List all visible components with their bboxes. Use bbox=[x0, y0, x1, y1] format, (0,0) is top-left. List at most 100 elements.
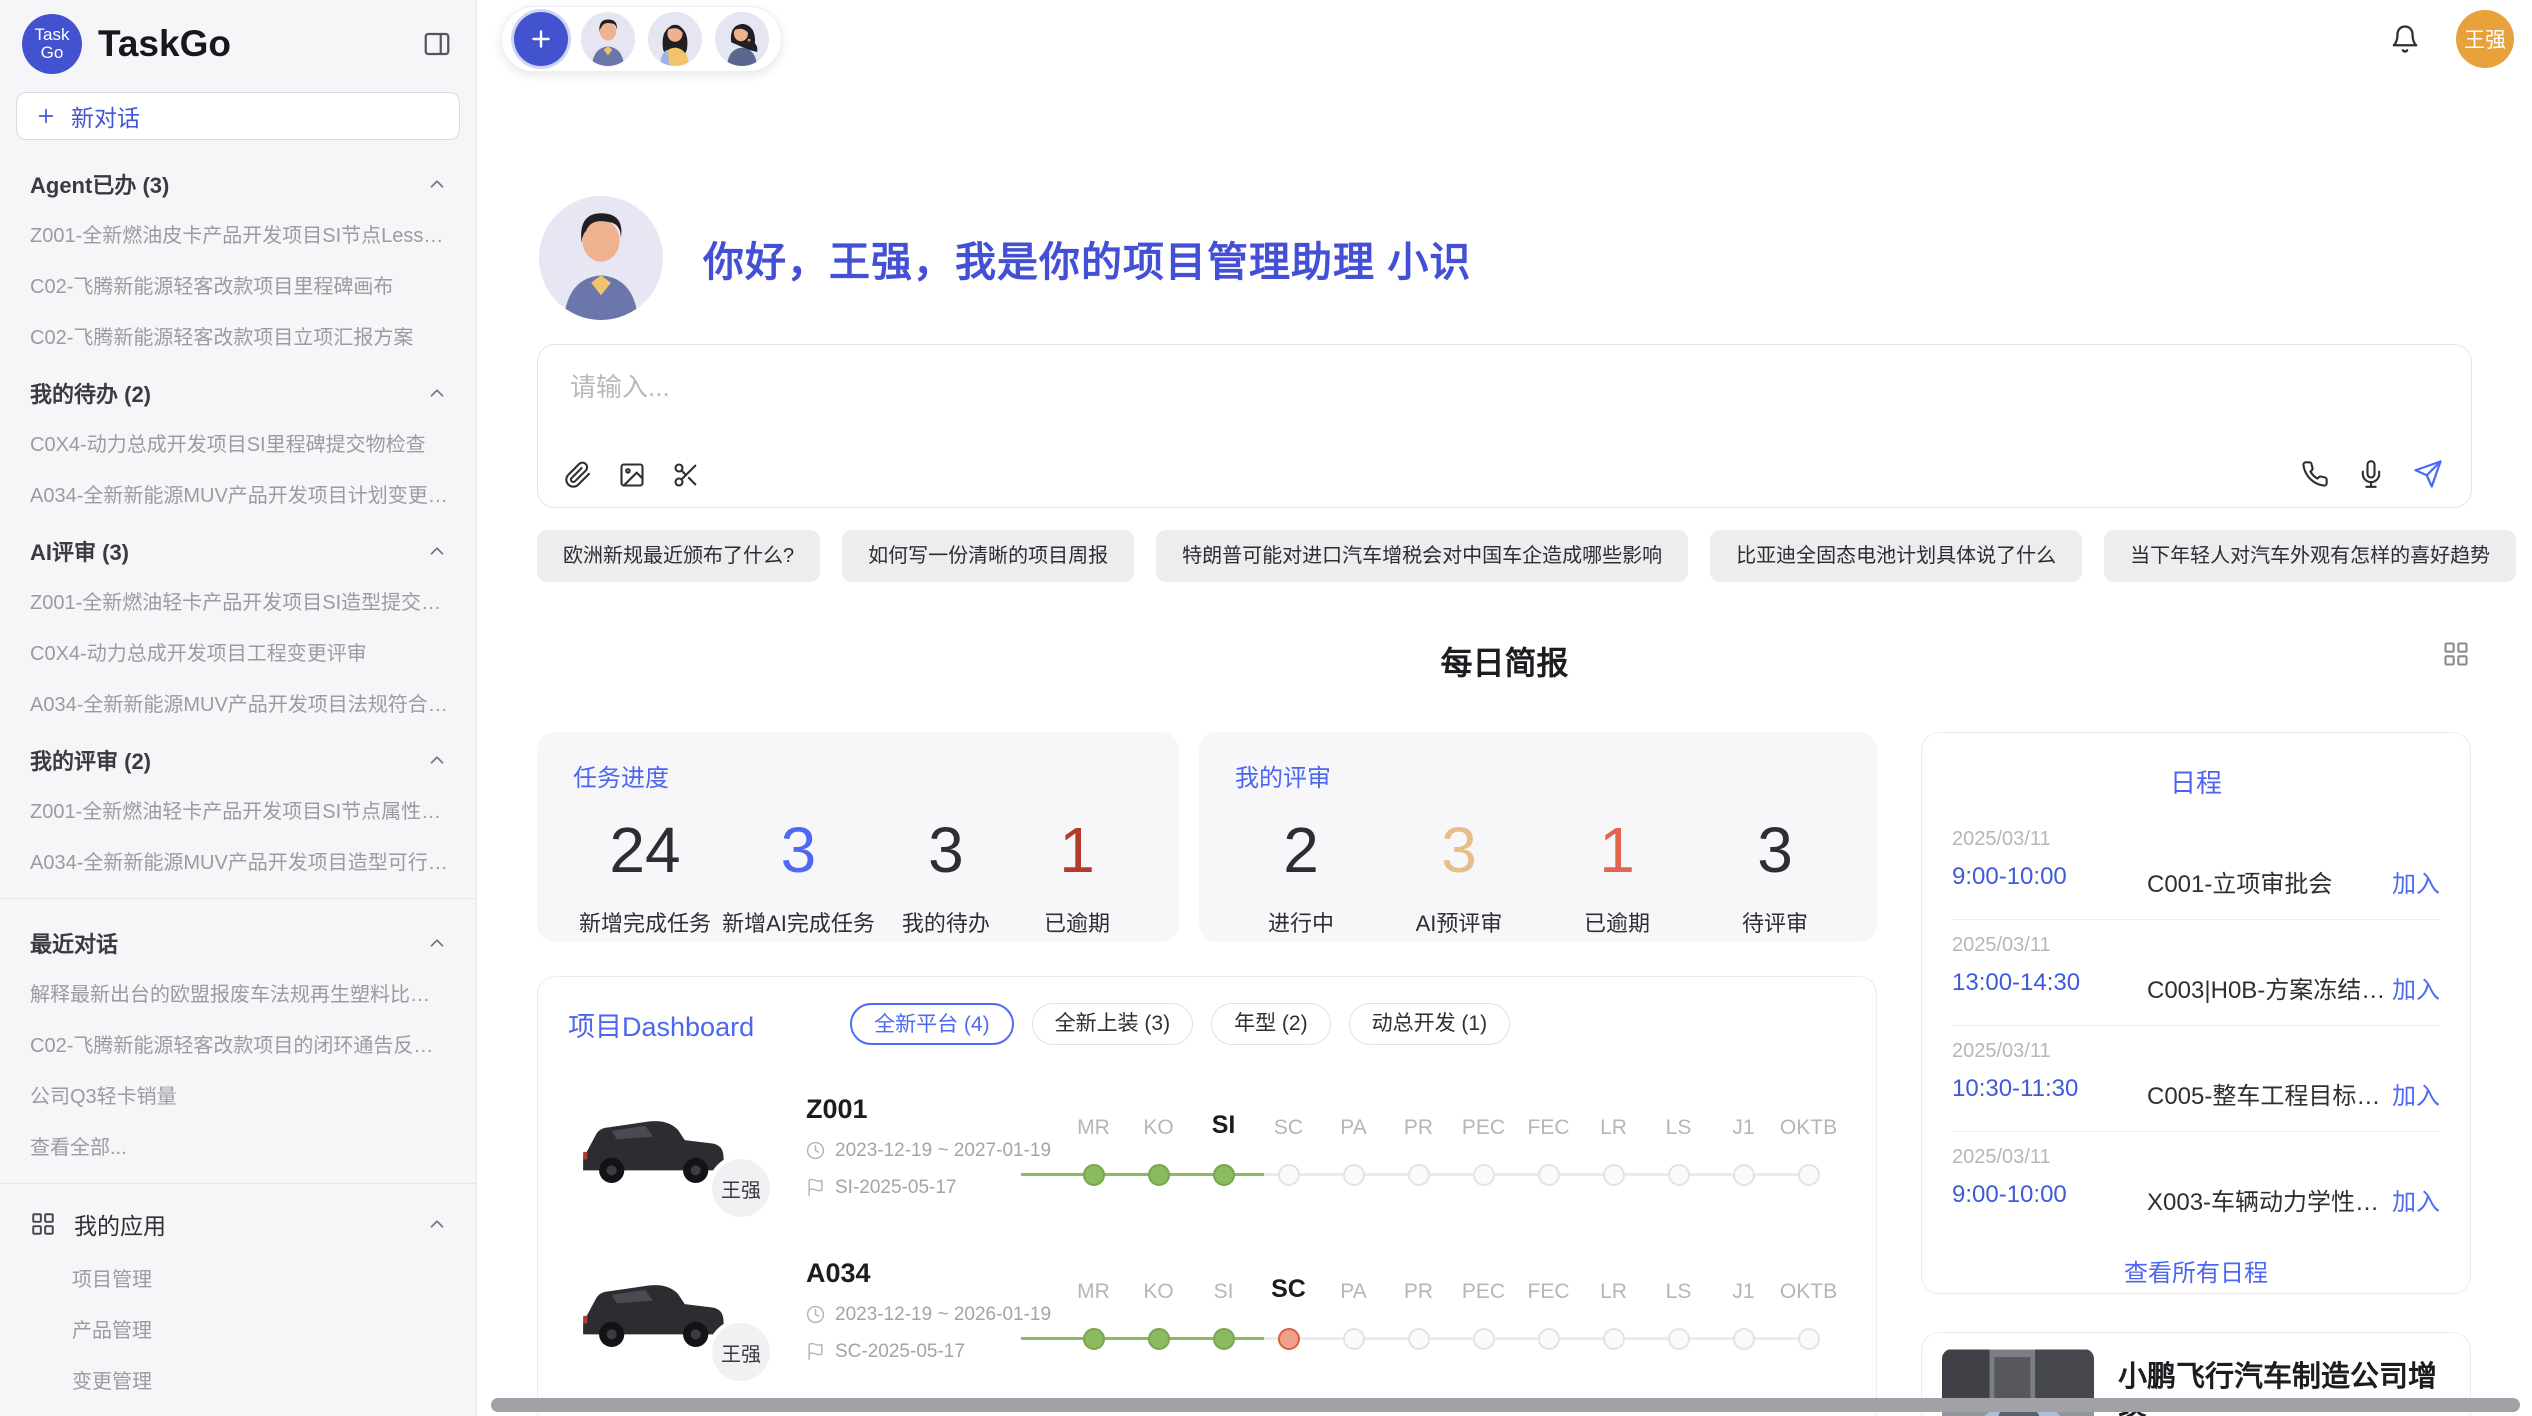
daily-brief-body: 任务进度 24 新增完成任务 3 新增AI完成任务 3 bbox=[537, 732, 2472, 1416]
milestone-dot-done bbox=[1213, 1328, 1235, 1350]
schedule-date: 2025/03/11 bbox=[1952, 1040, 2147, 1063]
sidebar-item[interactable]: C02-飞腾新能源轻客改款项目里程碑画布 bbox=[0, 259, 476, 310]
milestone-dot bbox=[1798, 1164, 1820, 1186]
view-all-schedule-link[interactable]: 查看所有日程 bbox=[1952, 1253, 2440, 1288]
milestone-dot bbox=[1538, 1328, 1560, 1350]
recent-chat-item[interactable]: C02-飞腾新能源轻客改款项目的闭环通告反馈情况 bbox=[0, 1018, 476, 1069]
recent-chat-item[interactable]: 解释最新出台的欧盟报废车法规再生塑料比例被调至15%... bbox=[0, 967, 476, 1018]
milestone-dot bbox=[1668, 1164, 1690, 1186]
composer-tools-left bbox=[564, 461, 700, 489]
tab-powertrain-dev[interactable]: 动总开发 (1) bbox=[1349, 1003, 1511, 1045]
flag-icon bbox=[806, 1342, 825, 1361]
project-code: Z001 bbox=[806, 1094, 1061, 1125]
milestone-dot bbox=[1603, 1328, 1625, 1350]
suggestion-chip[interactable]: 如何写一份清晰的项目周报 bbox=[842, 530, 1134, 582]
recent-view-all-link[interactable]: 查看全部... bbox=[0, 1120, 476, 1171]
section-my-review: 我的评审 (2) bbox=[0, 728, 476, 784]
milestone-dot bbox=[1343, 1328, 1365, 1350]
new-session-button[interactable] bbox=[514, 12, 568, 66]
assistant-avatar-3[interactable] bbox=[715, 12, 769, 66]
milestone-track: MR KO SI SC PA PR PEC FEC LR LS J1 OKTB bbox=[1061, 1106, 1841, 1186]
stat-new-ai-completed: 3 新增AI完成任务 bbox=[722, 817, 875, 938]
chevron-up-icon[interactable] bbox=[426, 932, 448, 954]
chevron-up-icon[interactable] bbox=[426, 749, 448, 771]
chevron-up-icon[interactable] bbox=[426, 173, 448, 195]
milestone-dot bbox=[1538, 1164, 1560, 1186]
suggestion-chip[interactable]: 特朗普可能对进口汽车增税会对中国车企造成哪些影响 bbox=[1156, 530, 1688, 582]
app-root: Task Go TaskGo 新对话 Agent已办 (3) Z001-全新燃油… bbox=[0, 0, 2532, 1416]
notification-bell-icon[interactable] bbox=[2390, 24, 2420, 54]
sidebar-item[interactable]: C0X4-动力总成开发项目工程变更评审 bbox=[0, 626, 476, 677]
schedule-row: 2025/03/11 10:30-11:30 C005-整车工程目标评审 加入 bbox=[1952, 1026, 2440, 1132]
project-dashboard-title: 项目Dashboard bbox=[568, 1005, 754, 1044]
chevron-up-icon[interactable] bbox=[426, 382, 448, 404]
app-link-project-mgmt[interactable]: 项目管理 bbox=[0, 1252, 476, 1303]
assistant-avatar-1[interactable] bbox=[581, 12, 635, 66]
section-my-todo: 我的待办 (2) bbox=[0, 361, 476, 417]
sidebar-item[interactable]: Z001-全新燃油轻卡产品开发项目SI造型提交物评审 bbox=[0, 575, 476, 626]
stat-overdue: 1 已逾期 bbox=[1017, 817, 1137, 938]
schedule-event: X003-车辆动力学性能验... bbox=[2147, 1146, 2392, 1217]
logo-text-bottom: Go bbox=[41, 44, 64, 62]
microphone-icon[interactable] bbox=[2357, 460, 2385, 488]
attachment-icon[interactable] bbox=[564, 461, 592, 489]
image-icon[interactable] bbox=[618, 461, 646, 489]
horizontal-scrollbar[interactable] bbox=[491, 1398, 2520, 1412]
milestone-dot-done bbox=[1148, 1164, 1170, 1186]
layout-grid-icon[interactable] bbox=[2442, 640, 2470, 668]
chat-input[interactable] bbox=[568, 371, 1879, 404]
tab-all-new-platform[interactable]: 全新平台 (4) bbox=[850, 1003, 1014, 1045]
send-icon[interactable] bbox=[2413, 459, 2443, 489]
sidebar-item-my-apps[interactable]: 我的应用 bbox=[0, 1196, 476, 1252]
join-meeting-link[interactable]: 加入 bbox=[2392, 934, 2440, 1005]
tab-all-new-body[interactable]: 全新上装 (3) bbox=[1032, 1003, 1194, 1045]
suggestion-chip[interactable]: 欧洲新规最近颁布了什么? bbox=[537, 530, 820, 582]
suggestion-chip[interactable]: 比亚迪全固态电池计划具体说了什么 bbox=[1710, 530, 2082, 582]
sidebar-item[interactable]: A034-全新新能源MUV产品开发项目造型可行性评审 bbox=[0, 835, 476, 886]
milestone-dot-done bbox=[1083, 1328, 1105, 1350]
chevron-up-icon[interactable] bbox=[426, 540, 448, 562]
sidebar-item[interactable]: A034-全新新能源MUV产品开发项目法规符合性评审 bbox=[0, 677, 476, 728]
stat-ai-prereview: 3 AI预评审 bbox=[1399, 817, 1519, 938]
chevron-up-icon[interactable] bbox=[426, 1213, 448, 1235]
milestone-dot bbox=[1343, 1164, 1365, 1186]
project-flag-milestone: SC-2025-05-17 bbox=[835, 1341, 965, 1363]
milestone-dot bbox=[1408, 1164, 1430, 1186]
project-row-a034[interactable]: 王强 A034 2023-12-19 ~ 2026-01-19 SC-2025-… bbox=[568, 1247, 1846, 1373]
milestone-dot bbox=[1473, 1164, 1495, 1186]
milestone-dot bbox=[1603, 1164, 1625, 1186]
stat-in-progress: 2 进行中 bbox=[1241, 817, 1361, 938]
composer-tools-right bbox=[2301, 459, 2443, 489]
section-recent-chats: 最近对话 bbox=[0, 911, 476, 967]
milestone-dot-current bbox=[1213, 1164, 1235, 1186]
stat-my-todo: 3 我的待办 bbox=[886, 817, 1006, 938]
apps-view-all-link[interactable]: 查看全部... bbox=[0, 1405, 476, 1416]
phone-icon[interactable] bbox=[2301, 460, 2329, 488]
suggestion-chip[interactable]: 当下年轻人对汽车外观有怎样的喜好趋势 bbox=[2104, 530, 2516, 582]
sidebar-item[interactable]: C0X4-动力总成开发项目SI里程碑提交物检查 bbox=[0, 417, 476, 468]
greeting-section: 你好，王强，我是你的项目管理助理 小识 bbox=[537, 196, 2472, 320]
project-row-z001[interactable]: 王强 Z001 2023-12-19 ~ 2027-01-19 SI-2025-… bbox=[568, 1083, 1846, 1209]
scissors-icon[interactable] bbox=[672, 461, 700, 489]
assistant-avatar-2[interactable] bbox=[648, 12, 702, 66]
sidebar-item[interactable]: Z001-全新燃油轻卡产品开发项目SI节点属性5D文件评审 bbox=[0, 784, 476, 835]
project-code: A034 bbox=[806, 1258, 1061, 1289]
plus-icon bbox=[35, 105, 57, 127]
user-avatar[interactable]: 王强 bbox=[2456, 10, 2514, 68]
join-meeting-link[interactable]: 加入 bbox=[2392, 828, 2440, 899]
project-info: A034 2023-12-19 ~ 2026-01-19 SC-2025-05-… bbox=[806, 1258, 1061, 1363]
sidebar-item[interactable]: C02-飞腾新能源轻客改款项目立项汇报方案 bbox=[0, 310, 476, 361]
sidebar-header: Task Go TaskGo bbox=[0, 0, 476, 84]
sidebar-item[interactable]: Z001-全新燃油皮卡产品开发项目SI节点Lesson Learn报告 bbox=[0, 208, 476, 259]
join-meeting-link[interactable]: 加入 bbox=[2392, 1146, 2440, 1217]
greeting-title: 你好，王强，我是你的项目管理助理 小识 bbox=[703, 228, 1471, 288]
join-meeting-link[interactable]: 加入 bbox=[2392, 1040, 2440, 1111]
sidebar-item[interactable]: A034-全新新能源MUV产品开发项目计划变更表编写 bbox=[0, 468, 476, 519]
app-link-product-mgmt[interactable]: 产品管理 bbox=[0, 1303, 476, 1354]
recent-chat-item[interactable]: 公司Q3轻卡销量 bbox=[0, 1069, 476, 1120]
new-chat-button[interactable]: 新对话 bbox=[16, 92, 460, 140]
schedule-time: 9:00-10:00 bbox=[1952, 1181, 2147, 1209]
tab-model-year[interactable]: 年型 (2) bbox=[1211, 1003, 1331, 1045]
sidebar-collapse-icon[interactable] bbox=[422, 29, 452, 59]
app-link-change-mgmt[interactable]: 变更管理 bbox=[0, 1354, 476, 1405]
